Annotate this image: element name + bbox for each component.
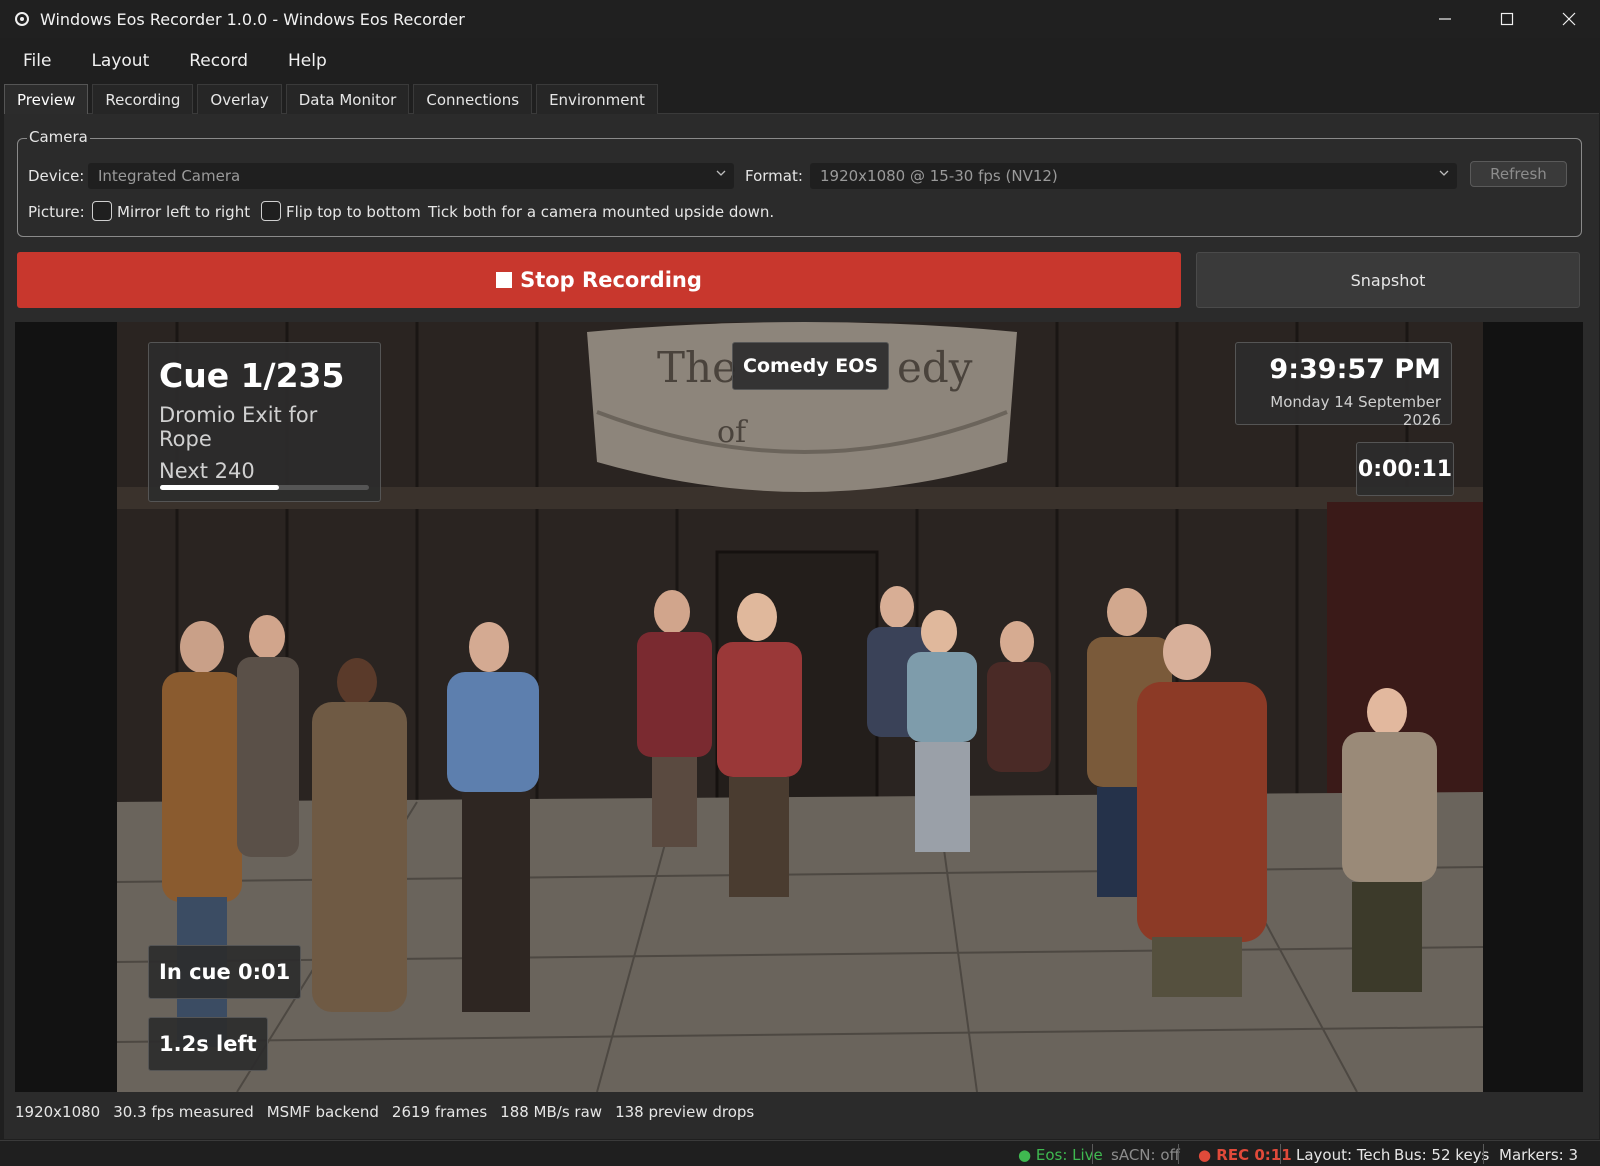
menu-file[interactable]: File (10, 51, 64, 71)
clock-date: Monday 14 September 2026 (1270, 393, 1441, 429)
clock-time: 9:39:57 PM (1269, 354, 1441, 385)
svg-text:edy: edy (897, 343, 973, 392)
video-preview: The edy of Cue 1/235 Dromio Exit for Rop… (15, 322, 1583, 1092)
cue-overlay: Cue 1/235 Dromio Exit for Rope Next 240 (148, 342, 381, 502)
cue-label: Dromio Exit for Rope (159, 403, 318, 451)
device-value: Integrated Camera (98, 167, 241, 185)
svg-text:The: The (657, 343, 737, 392)
chevron-down-icon (1439, 170, 1449, 176)
stat-preview-drops: 138 preview drops (615, 1103, 755, 1121)
camera-group: Camera Device: Integrated Camera Format:… (17, 128, 1582, 237)
snapshot-button[interactable]: Snapshot (1196, 252, 1580, 308)
stat-bandwidth: 188 MB/s raw (500, 1103, 603, 1121)
mirror-checkbox[interactable] (92, 201, 112, 221)
picture-hint: Tick both for a camera mounted upside do… (428, 203, 775, 221)
app-icon (15, 12, 29, 26)
svg-text:of: of (717, 415, 748, 450)
stop-recording-button[interactable]: Stop Recording (17, 252, 1181, 308)
menu-record[interactable]: Record (176, 51, 261, 71)
chevron-down-icon (716, 170, 726, 176)
title-bar: Windows Eos Recorder 1.0.0 - Windows Eos… (0, 0, 1600, 38)
tab-connections[interactable]: Connections (413, 84, 533, 114)
tab-recording[interactable]: Recording (92, 84, 194, 114)
device-select[interactable]: Integrated Camera (88, 163, 734, 189)
menu-layout[interactable]: Layout (78, 51, 162, 71)
status-eos: ● Eos: Live (1018, 1146, 1103, 1164)
menu-help[interactable]: Help (275, 51, 340, 71)
status-bar: ● Eos: Live sACN: off ● REC 0:11 Layout:… (0, 1140, 1600, 1166)
tab-overlay[interactable]: Overlay (197, 84, 282, 114)
menu-bar: File Layout Record Help (0, 40, 1600, 82)
mirror-label: Mirror left to right (117, 203, 251, 221)
cue-progress-bar (160, 485, 369, 490)
camera-feed: The edy of Cue 1/235 Dromio Exit for Rop… (117, 322, 1483, 1092)
flip-checkbox[interactable] (261, 201, 281, 221)
status-separator (1178, 1144, 1179, 1164)
maximize-icon (1500, 12, 1514, 26)
stop-recording-label: Stop Recording (520, 268, 702, 292)
cue-progress-fill (160, 485, 280, 490)
minimize-icon (1439, 18, 1451, 20)
window-controls (1414, 0, 1600, 38)
status-bus: Bus: 52 keys (1394, 1146, 1490, 1164)
maximize-button[interactable] (1476, 0, 1538, 38)
stats-line: 1920x1080 30.3 fps measured MSMF backend… (15, 1103, 767, 1121)
stat-resolution: 1920x1080 (15, 1103, 101, 1121)
tab-bar: Preview Recording Overlay Data Monitor C… (4, 84, 662, 114)
stat-fps: 30.3 fps measured (113, 1103, 254, 1121)
stop-icon (496, 272, 513, 288)
tab-environment[interactable]: Environment (536, 84, 658, 114)
close-button[interactable] (1538, 0, 1600, 38)
stat-frames: 2619 frames (391, 1103, 488, 1121)
status-layout: Layout: Tech (1296, 1146, 1391, 1164)
flip-label: Flip top to bottom (286, 203, 421, 221)
minimize-button[interactable] (1414, 0, 1476, 38)
time-left-overlay: 1.2s left (148, 1017, 268, 1071)
tab-preview[interactable]: Preview (4, 84, 89, 114)
status-markers: Markers: 3 (1499, 1146, 1579, 1164)
status-separator (1092, 1144, 1093, 1164)
window-title: Windows Eos Recorder 1.0.0 - Windows Eos… (40, 9, 465, 29)
show-name-overlay: Comedy EOS (732, 342, 890, 390)
status-rec: ● REC 0:11 (1198, 1146, 1292, 1164)
clock-overlay: 9:39:57 PM Monday 14 September 2026 (1235, 342, 1452, 429)
format-value: 1920x1080 @ 15-30 fps (NV12) (820, 167, 1058, 185)
stat-backend: MSMF backend (266, 1103, 379, 1121)
cue-number: Cue 1/235 (159, 356, 345, 395)
refresh-button[interactable]: Refresh (1470, 161, 1567, 187)
close-icon (1562, 12, 1576, 26)
format-label: Format: (745, 167, 803, 185)
status-sacn: sACN: off (1111, 1146, 1180, 1164)
camera-group-title: Camera (27, 128, 90, 146)
device-label: Device: (28, 167, 85, 185)
status-separator (1280, 1144, 1281, 1164)
tab-data-monitor[interactable]: Data Monitor (285, 84, 410, 114)
picture-label: Picture: (28, 203, 85, 221)
elapsed-overlay: 0:00:11 (1356, 442, 1454, 496)
in-cue-overlay: In cue 0:01 (148, 945, 302, 999)
next-cue: Next 240 (159, 459, 255, 483)
status-separator (1483, 1144, 1484, 1164)
format-select[interactable]: 1920x1080 @ 15-30 fps (NV12) (810, 163, 1457, 189)
